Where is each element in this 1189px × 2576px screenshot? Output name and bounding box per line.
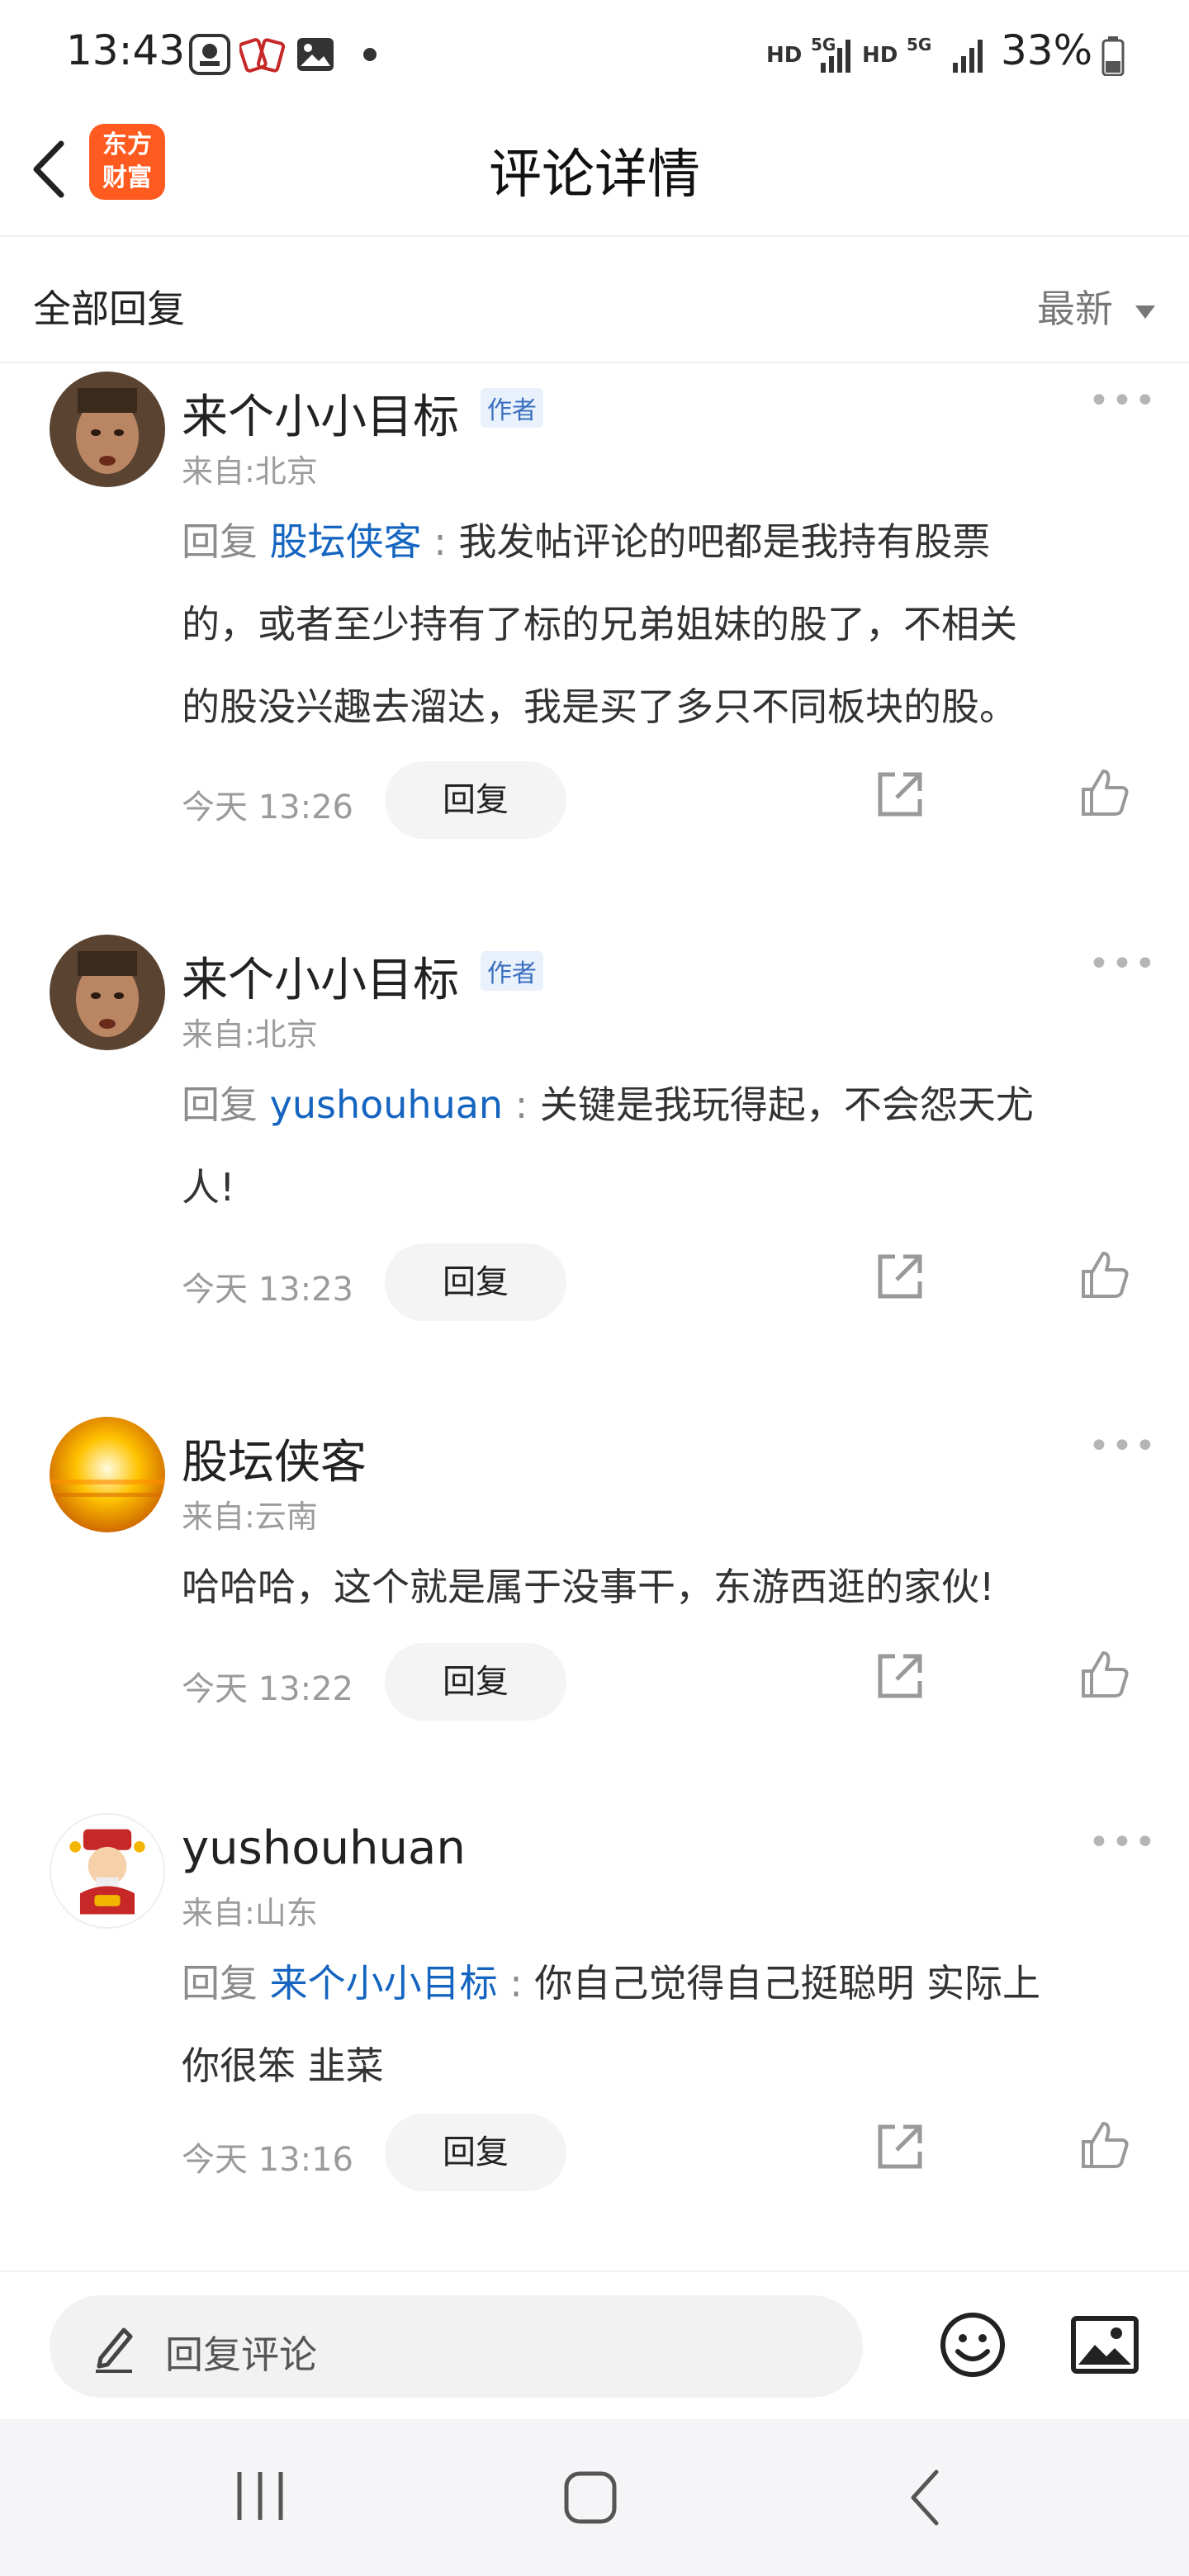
system-nav-bar (0, 2419, 1189, 2576)
filter-bar: 全部回复 最新 (0, 238, 1189, 363)
comment-line-2: 的，或者至少持有了标的兄弟姐妹的股了，不相关 (182, 602, 1017, 646)
mention-link[interactable]: yushouhuan (270, 1082, 503, 1127)
reply-placeholder: 回复评论 (165, 2332, 317, 2377)
avatar[interactable] (50, 1813, 165, 1929)
username[interactable]: 股坛侠客 (182, 1425, 367, 1492)
mention-separator: : (503, 1082, 540, 1127)
thumbs-up-icon[interactable] (1078, 766, 1131, 822)
location: 来自:山东 (182, 1895, 318, 1931)
image-icon[interactable] (1070, 2315, 1139, 2378)
all-replies-label: 全部回复 (33, 286, 185, 331)
page-title: 评论详情 (489, 144, 700, 206)
share-icon[interactable] (874, 1250, 926, 1306)
author-badge: 作者 (481, 951, 543, 991)
comment-text: 哈哈哈，这个就是属于没事干，东游西逛的家伙! (182, 1546, 1189, 1628)
comment-line-1: 我发帖评论的吧都是我持有股票 (458, 519, 991, 564)
comment-line-3: 的股没兴趣去溜达，我是买了多只不同板块的股。 (182, 684, 1017, 729)
comment-item: 来个小小目标 作者 ••• 来自:北京 回复 yushouhuan : 关键是我… (0, 926, 1189, 1364)
reply-prefix: 回复 (182, 1082, 258, 1127)
reply-button[interactable]: 回复 (385, 1243, 566, 1321)
thumbs-up-icon[interactable] (1078, 1648, 1131, 1704)
reply-button[interactable]: 回复 (385, 1643, 566, 1721)
comment-line-1: 关键是我玩得起，不会怨天尤 (539, 1082, 1034, 1127)
location: 来自:云南 (182, 1499, 318, 1535)
more-dots-icon[interactable]: ••• (1088, 1821, 1158, 1863)
more-dots-icon[interactable]: ••• (1088, 380, 1158, 422)
comment-item: 股坛侠客 ••• 来自:云南 哈哈哈，这个就是属于没事干，东游西逛的家伙! 今天… (0, 1409, 1189, 1764)
comment-time: 今天 13:16 (182, 2141, 353, 2179)
comment-line-2: 人! (182, 1165, 235, 1210)
reply-prefix: 回复 (182, 1961, 258, 2005)
nav-back-icon[interactable] (905, 2467, 946, 2531)
hd-label-2: HD (862, 43, 898, 68)
location: 来自:北京 (182, 1016, 318, 1053)
comment-item: 来个小小目标 作者 ••• 来自:北京 回复 股坛侠客 : 我发帖评论的吧都是我… (0, 363, 1189, 883)
sort-triangle-icon (1135, 305, 1155, 319)
mention-separator: : (497, 1961, 535, 2005)
location: 来自:北京 (182, 453, 318, 490)
reply-input-bar: 回复评论 (0, 2271, 1189, 2421)
notification-dot-icon (363, 48, 377, 61)
thumbs-up-icon[interactable] (1078, 1248, 1131, 1305)
battery-percent: 33% (1001, 26, 1093, 74)
comment-time: 今天 13:23 (182, 1271, 353, 1309)
reply-button[interactable]: 回复 (385, 761, 566, 839)
mention-separator: : (421, 519, 459, 564)
more-dots-icon[interactable]: ••• (1088, 943, 1158, 985)
notification-cards-icon (238, 33, 286, 76)
status-bar: 13:43 HD 5G HD 5G 33% (0, 0, 1189, 107)
notification-gallery-icon (294, 33, 337, 76)
mention-link[interactable]: 股坛侠客 (270, 519, 422, 564)
username[interactable]: yushouhuan (182, 1821, 466, 1875)
share-icon[interactable] (874, 2120, 926, 2176)
more-dots-icon[interactable]: ••• (1088, 1425, 1158, 1467)
battery-icon (1101, 36, 1125, 79)
avatar[interactable] (50, 372, 165, 487)
share-icon[interactable] (874, 768, 926, 824)
sort-value: 最新 (1037, 286, 1113, 331)
reply-button[interactable]: 回复 (385, 2114, 566, 2191)
avatar[interactable] (50, 1417, 165, 1532)
comment-time: 今天 13:22 (182, 1670, 353, 1708)
comment-item: yushouhuan ••• 来自:山东 回复 来个小小目标 : 你自己觉得自己… (0, 1805, 1189, 2234)
comment-line-1: 哈哈哈，这个就是属于没事干，东游西逛的家伙! (182, 1565, 995, 1609)
username[interactable]: 来个小小目标 (182, 380, 459, 447)
comment-text: 回复 来个小小目标 : 你自己觉得自己挺聪明 实际上 你很笨 韭菜 (182, 1942, 1189, 2107)
avatar[interactable] (50, 935, 165, 1050)
pencil-icon (91, 2320, 137, 2376)
username[interactable]: 来个小小目标 (182, 943, 459, 1010)
nav-recent-icon[interactable] (231, 2467, 289, 2528)
comment-text: 回复 yushouhuan : 关键是我玩得起，不会怨天尤 人! (182, 1063, 1189, 1229)
status-time: 13:43 (66, 26, 186, 74)
comment-line-1: 你自己觉得自己挺聪明 实际上 (534, 1961, 1040, 2005)
signal-icon-1 (817, 36, 857, 78)
comment-time: 今天 13:26 (182, 788, 353, 826)
reply-input[interactable]: 回复评论 (50, 2295, 863, 2398)
emoji-icon[interactable] (938, 2310, 1007, 2383)
notification-app-icon (188, 33, 231, 76)
hd-label-1: HD (766, 43, 803, 68)
signal-icon-2 (950, 36, 989, 78)
author-badge: 作者 (481, 388, 543, 428)
reply-prefix: 回复 (182, 519, 258, 564)
comment-line-2: 你很笨 韭菜 (182, 2043, 384, 2088)
top-app-bar: 东方 财富 评论详情 (0, 107, 1189, 237)
thumbs-up-icon[interactable] (1078, 2119, 1131, 2175)
sort-dropdown[interactable]: 最新 (1037, 279, 1157, 334)
mention-link[interactable]: 来个小小目标 (270, 1961, 498, 2005)
fiveg-label-2: 5G (907, 35, 932, 54)
nav-home-icon[interactable] (561, 2469, 619, 2530)
comment-text: 回复 股坛侠客 : 我发帖评论的吧都是我持有股票 的，或者至少持有了标的兄弟姐妹… (182, 500, 1189, 748)
share-icon[interactable] (874, 1650, 926, 1706)
